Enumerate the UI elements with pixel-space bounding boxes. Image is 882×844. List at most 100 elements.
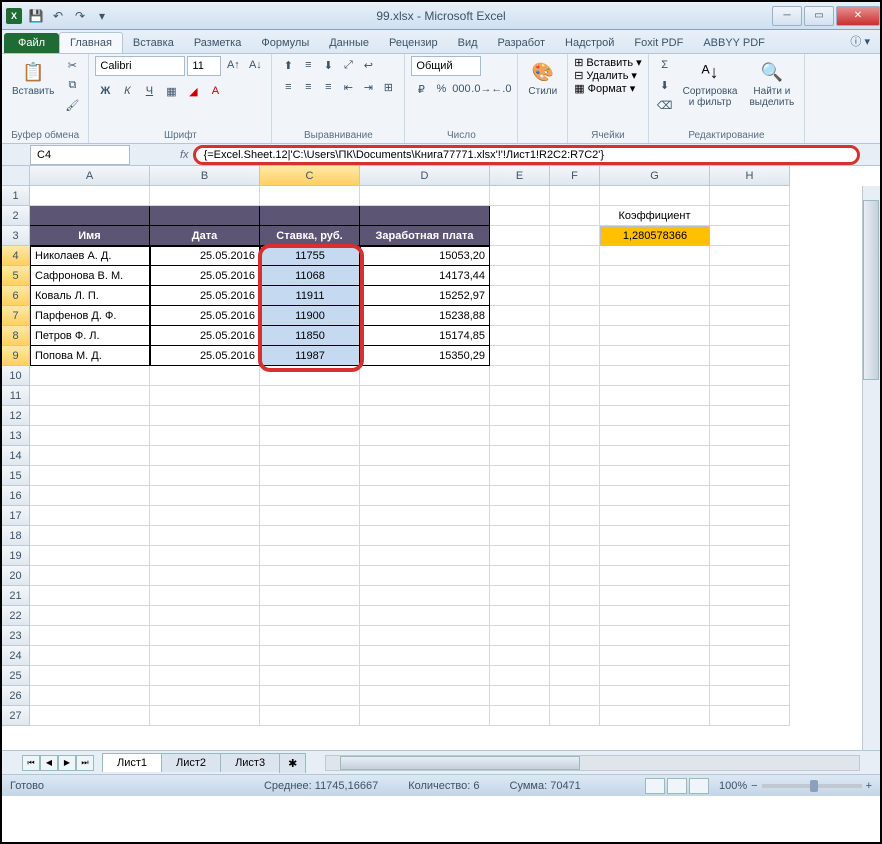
cell-B25[interactable] xyxy=(150,666,260,686)
wrap-icon[interactable]: ↩ xyxy=(358,56,378,74)
cell-rate-1[interactable]: 11755 xyxy=(260,246,360,266)
tab-review[interactable]: Рецензир xyxy=(379,33,448,53)
cell-C19[interactable] xyxy=(260,546,360,566)
format-painter-icon[interactable]: 🖌 xyxy=(62,96,82,114)
row-header-2[interactable]: 2 xyxy=(2,206,30,226)
cell-B18[interactable] xyxy=(150,526,260,546)
row-header-21[interactable]: 21 xyxy=(2,586,30,606)
font-color-icon[interactable]: A xyxy=(205,82,225,100)
cell-H1[interactable] xyxy=(710,186,790,206)
cell-H7[interactable] xyxy=(710,306,790,326)
qat-more-icon[interactable]: ▾ xyxy=(92,6,112,26)
cell-C12[interactable] xyxy=(260,406,360,426)
tab-layout[interactable]: Разметка xyxy=(184,33,252,53)
cell-A11[interactable] xyxy=(30,386,150,406)
cell-F15[interactable] xyxy=(550,466,600,486)
cell-F4[interactable] xyxy=(550,246,600,266)
cell-B13[interactable] xyxy=(150,426,260,446)
delete-cells-button[interactable]: ⊟Удалить ▾ xyxy=(574,69,637,82)
cell-G4[interactable] xyxy=(600,246,710,266)
cell-E15[interactable] xyxy=(490,466,550,486)
row-header-19[interactable]: 19 xyxy=(2,546,30,566)
cell-H26[interactable] xyxy=(710,686,790,706)
cell-H27[interactable] xyxy=(710,706,790,726)
zoom-slider[interactable] xyxy=(762,784,862,788)
cell-C24[interactable] xyxy=(260,646,360,666)
cell-H14[interactable] xyxy=(710,446,790,466)
cell-H9[interactable] xyxy=(710,346,790,366)
cell-G6[interactable] xyxy=(600,286,710,306)
cell-H20[interactable] xyxy=(710,566,790,586)
bold-icon[interactable]: Ж xyxy=(95,82,115,100)
cell-rate-5[interactable]: 11850 xyxy=(260,326,360,346)
cell-E23[interactable] xyxy=(490,626,550,646)
cell-H12[interactable] xyxy=(710,406,790,426)
row-header-26[interactable]: 26 xyxy=(2,686,30,706)
col-header-H[interactable]: H xyxy=(710,166,790,186)
hdr-date[interactable]: Дата xyxy=(150,226,260,246)
cell-G15[interactable] xyxy=(600,466,710,486)
cell-date-6[interactable]: 25.05.2016 xyxy=(150,346,260,366)
cell-G24[interactable] xyxy=(600,646,710,666)
cell-C23[interactable] xyxy=(260,626,360,646)
koef-label[interactable]: Коэффициент xyxy=(600,206,710,226)
cell-C10[interactable] xyxy=(260,366,360,386)
cell-H17[interactable] xyxy=(710,506,790,526)
cell-A26[interactable] xyxy=(30,686,150,706)
cell-name-4[interactable]: Парфенов Д. Ф. xyxy=(30,306,150,326)
cell-H13[interactable] xyxy=(710,426,790,446)
cell-E6[interactable] xyxy=(490,286,550,306)
cell-C20[interactable] xyxy=(260,566,360,586)
cell-E19[interactable] xyxy=(490,546,550,566)
cell-C21[interactable] xyxy=(260,586,360,606)
align-right-icon[interactable]: ≡ xyxy=(318,78,338,96)
cell-A1[interactable] xyxy=(30,186,150,206)
save-icon[interactable]: 💾 xyxy=(26,6,46,26)
cell-A16[interactable] xyxy=(30,486,150,506)
cell-E8[interactable] xyxy=(490,326,550,346)
cell-H21[interactable] xyxy=(710,586,790,606)
inc-decimal-icon[interactable]: .0→ xyxy=(471,80,491,98)
cell-E7[interactable] xyxy=(490,306,550,326)
cell-D27[interactable] xyxy=(360,706,490,726)
cell-A19[interactable] xyxy=(30,546,150,566)
row-header-17[interactable]: 17 xyxy=(2,506,30,526)
cell-H4[interactable] xyxy=(710,246,790,266)
cell-B22[interactable] xyxy=(150,606,260,626)
underline-icon[interactable]: Ч xyxy=(139,82,159,100)
font-name-combo[interactable]: Calibri xyxy=(95,56,185,76)
cell-D25[interactable] xyxy=(360,666,490,686)
cell-B14[interactable] xyxy=(150,446,260,466)
cell-C1[interactable] xyxy=(260,186,360,206)
cell-A20[interactable] xyxy=(30,566,150,586)
cell-B17[interactable] xyxy=(150,506,260,526)
cell-H10[interactable] xyxy=(710,366,790,386)
row-header-15[interactable]: 15 xyxy=(2,466,30,486)
cell-E18[interactable] xyxy=(490,526,550,546)
col-header-D[interactable]: D xyxy=(360,166,490,186)
cell-H22[interactable] xyxy=(710,606,790,626)
orientation-icon[interactable]: ⤢ xyxy=(338,56,358,74)
cell-A14[interactable] xyxy=(30,446,150,466)
decrease-font-icon[interactable]: A↓ xyxy=(245,56,265,74)
cell-E2[interactable] xyxy=(490,206,550,226)
cell-B23[interactable] xyxy=(150,626,260,646)
cell-E11[interactable] xyxy=(490,386,550,406)
cell-C11[interactable] xyxy=(260,386,360,406)
cell-H15[interactable] xyxy=(710,466,790,486)
cell-F13[interactable] xyxy=(550,426,600,446)
cell-F14[interactable] xyxy=(550,446,600,466)
cell-E5[interactable] xyxy=(490,266,550,286)
sheet-nav-last-icon[interactable]: ⏭ xyxy=(76,755,94,771)
cell-F18[interactable] xyxy=(550,526,600,546)
koef-value[interactable]: 1,280578366 xyxy=(600,226,710,246)
undo-icon[interactable]: ↶ xyxy=(48,6,68,26)
find-select-button[interactable]: 🔍 Найти и выделить xyxy=(745,56,798,112)
row-header-14[interactable]: 14 xyxy=(2,446,30,466)
zoom-thumb[interactable] xyxy=(810,780,818,792)
zoom-in-icon[interactable]: + xyxy=(866,780,872,792)
cell-H25[interactable] xyxy=(710,666,790,686)
cell-F23[interactable] xyxy=(550,626,600,646)
row-header-23[interactable]: 23 xyxy=(2,626,30,646)
cell-salary-3[interactable]: 15252,97 xyxy=(360,286,490,306)
